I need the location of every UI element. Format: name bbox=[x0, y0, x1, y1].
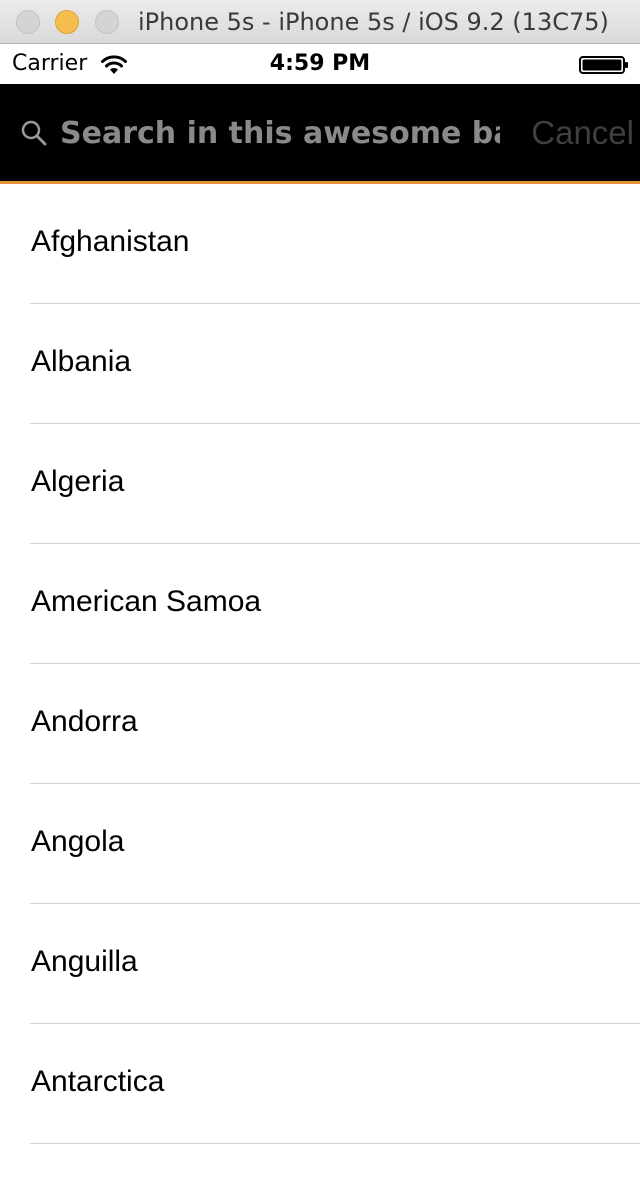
list-item[interactable]: Afghanistan bbox=[0, 184, 640, 304]
list-item[interactable]: Algeria bbox=[0, 424, 640, 544]
list-item[interactable]: American Samoa bbox=[0, 544, 640, 664]
minimize-window-button[interactable] bbox=[55, 10, 79, 34]
list-item[interactable]: Andorra bbox=[0, 664, 640, 784]
country-name: Anguilla bbox=[31, 945, 138, 978]
status-bar: Carrier 4:59 PM bbox=[0, 44, 640, 84]
list-item[interactable]: Antarctica bbox=[0, 1024, 640, 1144]
cancel-button[interactable]: Cancel bbox=[510, 108, 634, 158]
country-name: Antarctica bbox=[31, 1065, 165, 1098]
battery-icon bbox=[579, 56, 628, 74]
status-time: 4:59 PM bbox=[269, 51, 371, 76]
list-item[interactable]: Angola bbox=[0, 784, 640, 904]
list-item[interactable]: Albania bbox=[0, 304, 640, 424]
window-title: iPhone 5s - iPhone 5s / iOS 9.2 (13C75) bbox=[138, 8, 609, 36]
close-window-button[interactable] bbox=[16, 10, 40, 34]
country-name: Angola bbox=[31, 825, 125, 858]
country-name: Afghanistan bbox=[31, 225, 190, 258]
country-name: American Samoa bbox=[31, 585, 262, 618]
list-item[interactable]: Anguilla bbox=[0, 904, 640, 1024]
country-list: Afghanistan Albania Algeria American Sam… bbox=[0, 184, 640, 1144]
simulator-title-bar: iPhone 5s - iPhone 5s / iOS 9.2 (13C75) bbox=[0, 0, 640, 44]
country-name: Algeria bbox=[31, 465, 125, 498]
search-bar: Cancel bbox=[0, 84, 640, 184]
country-name: Andorra bbox=[31, 705, 138, 738]
search-input[interactable] bbox=[60, 108, 500, 158]
country-name: Albania bbox=[31, 345, 132, 378]
search-icon bbox=[21, 120, 47, 146]
zoom-window-button[interactable] bbox=[95, 10, 119, 34]
